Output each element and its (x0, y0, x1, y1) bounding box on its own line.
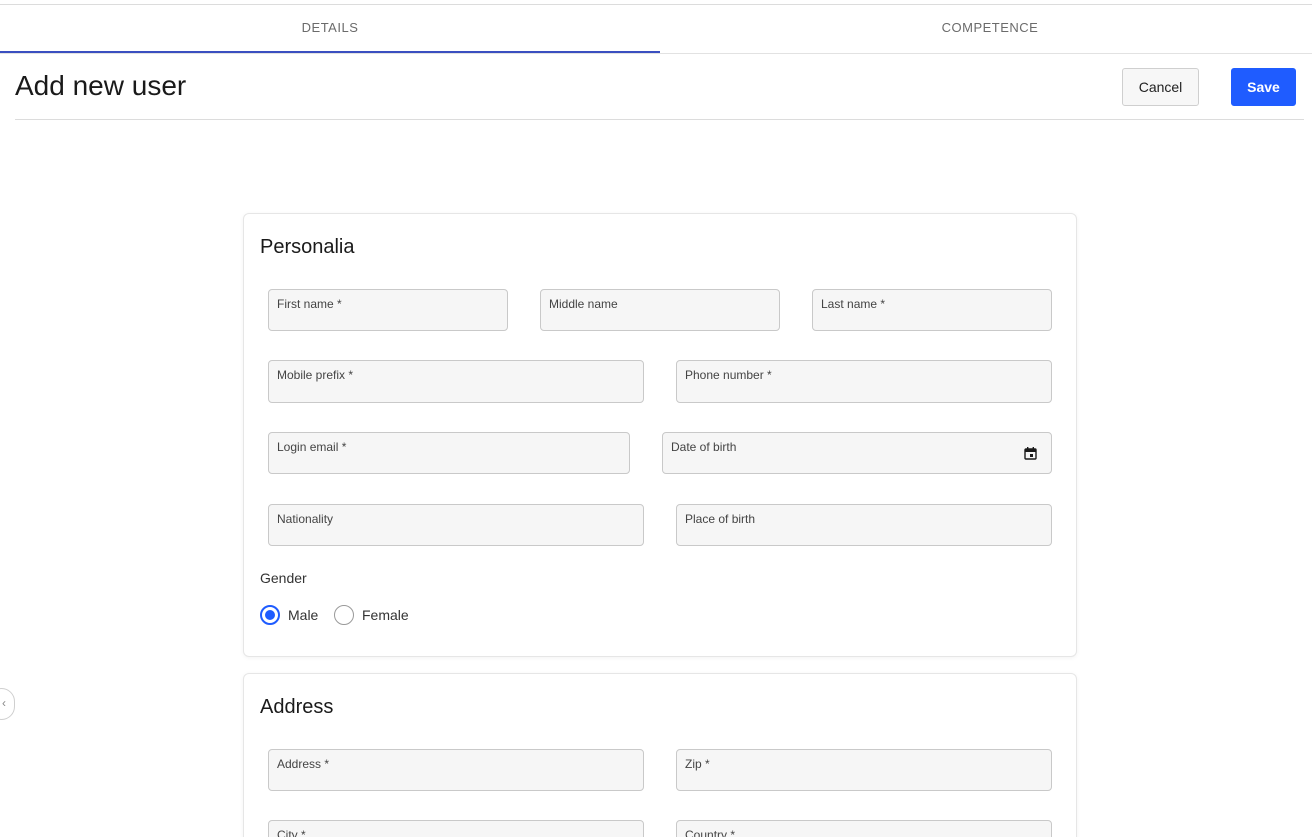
city-field[interactable]: City * (268, 820, 644, 837)
mobile-prefix-label: Mobile prefix * (277, 368, 354, 382)
address-card: Address Address * Zip * City * Country * (243, 673, 1077, 837)
page-title: Add new user (15, 70, 187, 101)
gender-male-option[interactable]: Male (260, 604, 318, 626)
city-label: City * (277, 828, 306, 837)
last-name-field[interactable]: Last name * (812, 289, 1052, 331)
tab-bar: DETAILS COMPETENCE (0, 5, 1312, 54)
middle-name-label: Middle name (549, 297, 618, 311)
phone-number-label: Phone number * (685, 368, 772, 382)
tab-details[interactable]: DETAILS (0, 5, 660, 53)
side-panel-toggle[interactable]: ‹ (0, 688, 15, 720)
place-of-birth-label: Place of birth (685, 512, 756, 526)
gender-male-label: Male (288, 607, 319, 623)
gender-female-label: Female (362, 607, 409, 623)
login-email-field[interactable]: Login email * (268, 432, 630, 474)
date-of-birth-field[interactable]: Date of birth (662, 432, 1052, 474)
header-divider (15, 119, 1304, 120)
mobile-prefix-select[interactable]: Mobile prefix * (268, 360, 644, 403)
last-name-label: Last name * (821, 297, 886, 311)
save-button[interactable]: Save (1231, 68, 1296, 106)
personalia-card: Personalia First name * Middle name Last… (243, 213, 1077, 657)
login-email-label: Login email * (277, 440, 347, 454)
country-select[interactable]: Country * (676, 820, 1052, 837)
zip-field[interactable]: Zip * (676, 749, 1052, 791)
nationality-select[interactable]: Nationality (268, 504, 644, 546)
middle-name-field[interactable]: Middle name (540, 289, 780, 331)
address-title: Address (260, 696, 334, 718)
first-name-label: First name (277, 297, 334, 311)
tab-competence[interactable]: COMPETENCE (660, 5, 1312, 53)
date-of-birth-label: Date of birth (671, 440, 737, 454)
address-field[interactable]: Address * (268, 749, 644, 791)
chevron-left-icon: ‹ (2, 696, 6, 710)
gender-female-radio[interactable] (334, 605, 354, 625)
nationality-label: Nationality (277, 512, 334, 526)
country-label: Country * (685, 828, 736, 837)
place-of-birth-field[interactable]: Place of birth (676, 504, 1052, 546)
personalia-title: Personalia (260, 236, 355, 258)
gender-male-radio[interactable] (260, 605, 280, 625)
calendar-icon[interactable] (1024, 447, 1037, 460)
address-label: Address * (277, 757, 330, 771)
phone-number-field[interactable]: Phone number * (676, 360, 1052, 403)
first-name-field[interactable]: First name * (268, 289, 508, 331)
cancel-button[interactable]: Cancel (1122, 68, 1199, 106)
zip-label: Zip * (685, 757, 710, 771)
gender-label: Gender (260, 570, 307, 586)
gender-female-option[interactable]: Female (334, 604, 409, 626)
